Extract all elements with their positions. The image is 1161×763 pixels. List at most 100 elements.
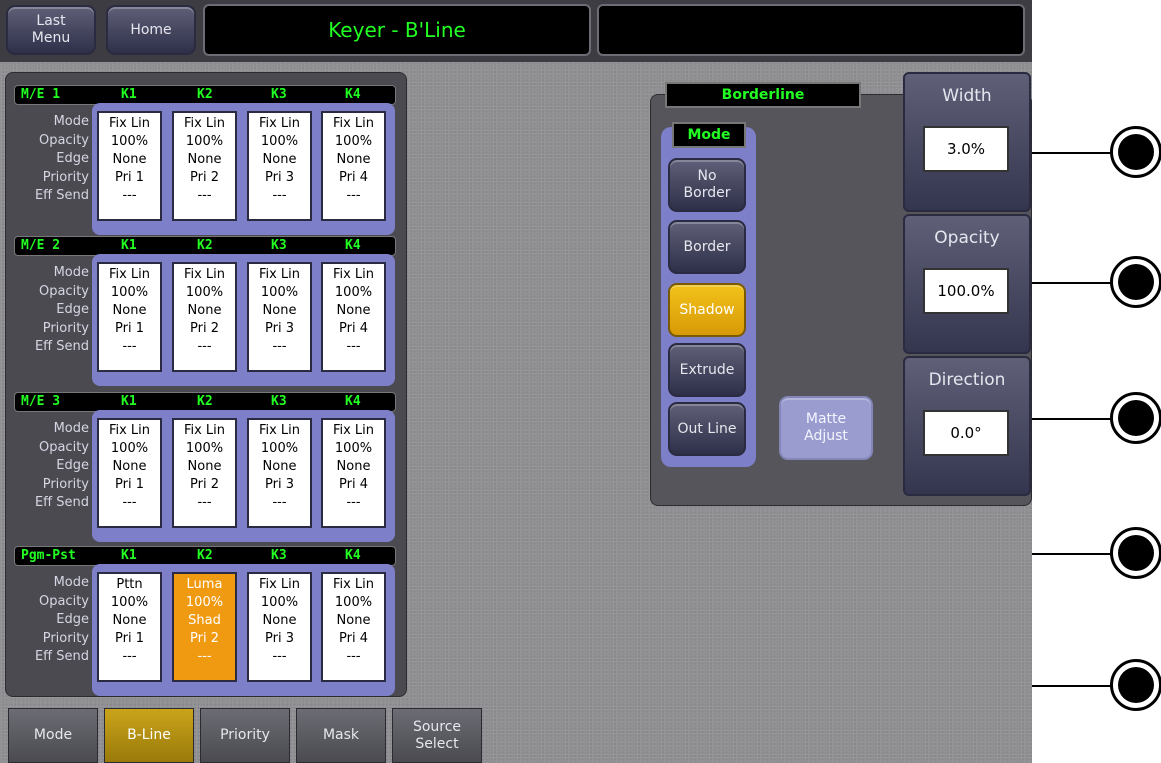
tab-mask[interactable]: Mask	[296, 708, 386, 763]
key-label: K4	[345, 87, 361, 102]
param-label: Opacity	[934, 228, 1000, 248]
me-key-block: Fix Lin 100% None Pri 1 --- Fix Lin 100% None Pr…	[92, 103, 395, 235]
key-eff-send: ---	[272, 188, 287, 203]
key-card[interactable]: Fix Lin 100% None Pri 3 ---	[247, 572, 312, 682]
key-card[interactable]: Fix Lin 100% None Pri 4 ---	[321, 262, 386, 372]
key-eff-send: ---	[197, 649, 212, 664]
key-card[interactable]: Luma 100% Shad Pri 2 ---	[172, 572, 237, 682]
key-label: K1	[121, 87, 137, 102]
key-card[interactable]: Fix Lin 100% None Pri 1 ---	[97, 418, 162, 528]
key-opacity: 100%	[334, 285, 373, 300]
key-card[interactable]: Fix Lin 100% None Pri 1 ---	[97, 262, 162, 372]
key-eff-send: ---	[197, 495, 212, 510]
key-card[interactable]: Fix Lin 100% None Pri 3 ---	[247, 262, 312, 372]
key-edge: None	[336, 303, 371, 318]
row-label: Priority	[42, 630, 89, 646]
key-priority: Pri 1	[115, 631, 144, 646]
mode-button-border[interactable]: Border	[668, 220, 746, 274]
key-label: K2	[197, 87, 213, 102]
key-edge: None	[112, 459, 147, 474]
row-label: Mode	[53, 421, 89, 436]
param-direction[interactable]: Direction 0.0°	[903, 356, 1031, 496]
me-key-block: Fix Lin 100% None Pri 1 --- Fix Lin 100% None Pr…	[92, 254, 395, 386]
key-eff-send: ---	[272, 339, 287, 354]
key-edge: None	[262, 613, 297, 628]
key-label: K4	[345, 238, 361, 253]
last-menu-button[interactable]: Last Menu	[6, 5, 96, 55]
knob-line	[1032, 282, 1117, 284]
key-priority: Pri 2	[190, 170, 219, 185]
param-value: 3.0%	[923, 126, 1009, 172]
key-eff-send: ---	[272, 649, 287, 664]
knob-icon[interactable]	[1110, 659, 1161, 711]
key-priority: Pri 2	[190, 321, 219, 336]
key-priority: Pri 1	[115, 170, 144, 185]
knob-icon[interactable]	[1110, 392, 1161, 444]
key-card[interactable]: Fix Lin 100% None Pri 4 ---	[321, 572, 386, 682]
key-edge: None	[262, 459, 297, 474]
knob-icon[interactable]	[1110, 256, 1161, 308]
me-header: M/E 3 K1 K2 K3 K4	[14, 392, 396, 412]
key-opacity: 100%	[185, 285, 224, 300]
key-card[interactable]: Fix Lin 100% None Pri 2 ---	[172, 418, 237, 528]
row-label: Eff Send	[34, 649, 89, 664]
key-eff-send: ---	[122, 649, 137, 664]
key-card[interactable]: Pttn 100% None Pri 1 ---	[97, 572, 162, 682]
row-label: Mode	[53, 114, 89, 129]
row-labels: Mode Opacity Edge Priority Eff Send	[5, 113, 89, 206]
key-card[interactable]: Fix Lin 100% None Pri 3 ---	[247, 111, 312, 221]
key-eff-send: ---	[197, 339, 212, 354]
row-label: Edge	[56, 151, 89, 166]
key-eff-send: ---	[346, 188, 361, 203]
mode-button-shadow[interactable]: Shadow	[668, 283, 746, 337]
row-label: Priority	[42, 169, 89, 185]
key-card[interactable]: Fix Lin 100% None Pri 4 ---	[321, 111, 386, 221]
key-edge: None	[336, 613, 371, 628]
key-card[interactable]: Fix Lin 100% None Pri 3 ---	[247, 418, 312, 528]
row-labels: Mode Opacity Edge Priority Eff Send	[5, 574, 89, 667]
home-button[interactable]: Home	[106, 5, 196, 55]
key-card[interactable]: Fix Lin 100% None Pri 2 ---	[172, 262, 237, 372]
key-label: K2	[197, 238, 213, 253]
key-opacity: 100%	[260, 441, 299, 456]
key-edge: None	[187, 152, 222, 167]
tab-mode[interactable]: Mode	[8, 708, 98, 763]
key-card[interactable]: Fix Lin 100% None Pri 4 ---	[321, 418, 386, 528]
key-mode: Fix Lin	[258, 423, 301, 438]
key-eff-send: ---	[122, 495, 137, 510]
key-opacity: 100%	[110, 285, 149, 300]
key-eff-send: ---	[346, 495, 361, 510]
mode-button-out-line[interactable]: Out Line	[668, 402, 746, 456]
key-mode: Fix Lin	[183, 423, 226, 438]
key-card[interactable]: Fix Lin 100% None Pri 2 ---	[172, 111, 237, 221]
tab-priority[interactable]: Priority	[200, 708, 290, 763]
param-opacity[interactable]: Opacity 100.0%	[903, 214, 1031, 354]
key-mode: Luma	[186, 577, 223, 592]
key-priority: Pri 3	[265, 631, 294, 646]
key-mode: Fix Lin	[258, 577, 301, 592]
key-opacity: 100%	[334, 134, 373, 149]
row-label: Eff Send	[34, 188, 89, 203]
knob-icon[interactable]	[1110, 126, 1161, 178]
key-opacity: 100%	[334, 595, 373, 610]
tab-source-select[interactable]: Source Select	[392, 708, 482, 763]
key-eff-send: ---	[122, 188, 137, 203]
matte-adjust-button[interactable]: Matte Adjust	[779, 396, 873, 460]
tab-b-line[interactable]: B-Line	[104, 708, 194, 763]
row-label: Opacity	[38, 283, 89, 299]
key-eff-send: ---	[272, 495, 287, 510]
key-edge: None	[112, 303, 147, 318]
row-label: Edge	[56, 458, 89, 473]
me-name: M/E 3	[21, 394, 61, 409]
param-width[interactable]: Width 3.0%	[903, 72, 1031, 212]
key-eff-send: ---	[197, 188, 212, 203]
mode-button-extrude[interactable]: Extrude	[668, 343, 746, 397]
row-label: Opacity	[38, 593, 89, 609]
mode-button-no-border[interactable]: No Border	[668, 158, 746, 212]
key-card[interactable]: Fix Lin 100% None Pri 1 ---	[97, 111, 162, 221]
key-edge: None	[112, 613, 147, 628]
key-priority: Pri 4	[339, 170, 368, 185]
key-edge: None	[262, 152, 297, 167]
knob-icon[interactable]	[1110, 527, 1161, 579]
key-priority: Pri 3	[265, 477, 294, 492]
